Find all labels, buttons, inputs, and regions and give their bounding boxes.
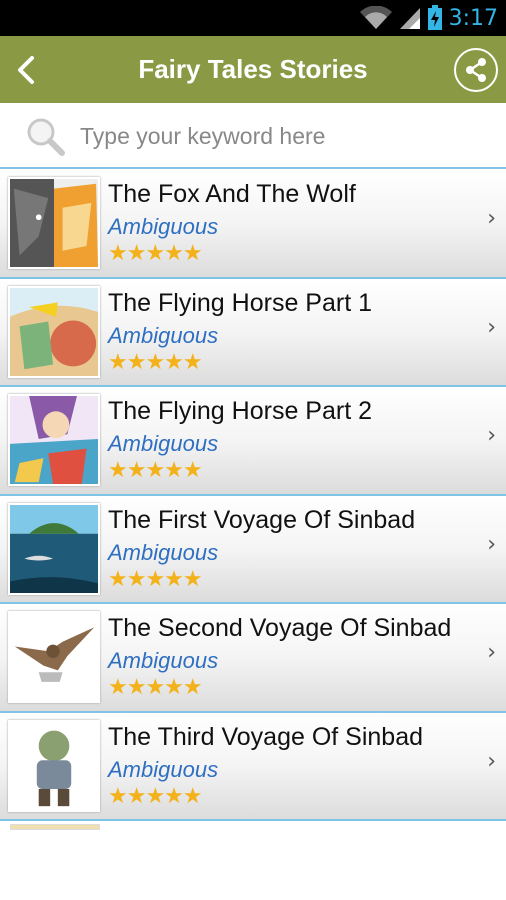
story-author: Ambiguous xyxy=(108,431,219,456)
search-input[interactable] xyxy=(80,117,480,155)
search-icon xyxy=(27,118,65,156)
story-thumbnail xyxy=(8,719,100,812)
chevron-right-icon: › xyxy=(487,748,496,774)
search-bar xyxy=(0,103,506,169)
story-title: The First Voyage Of Sinbad xyxy=(108,505,416,534)
chevron-right-icon: › xyxy=(487,314,496,340)
story-thumbnail xyxy=(8,177,100,269)
story-thumbnail xyxy=(8,611,100,703)
story-author: Ambiguous xyxy=(108,214,219,239)
list-item[interactable]: The Second Voyage Of Sinbad Ambiguous ★★… xyxy=(0,604,506,713)
story-title: The Second Voyage Of Sinbad xyxy=(108,614,452,642)
story-thumbnail xyxy=(10,824,100,830)
rating-stars: ★★★★★ xyxy=(108,566,203,592)
app-bar: Fairy Tales Stories xyxy=(0,36,506,103)
story-thumbnail xyxy=(8,394,100,486)
chevron-right-icon: › xyxy=(487,531,496,557)
rating-stars: ★★★★★ xyxy=(108,458,203,483)
status-time: 3:17 xyxy=(448,5,498,31)
share-icon xyxy=(466,58,486,82)
list-item[interactable]: The First Voyage Of Sinbad Ambiguous ★★★… xyxy=(0,495,506,604)
list-item-partial xyxy=(0,824,506,830)
story-title: The Flying Horse Part 1 xyxy=(108,288,372,317)
battery-charging-icon xyxy=(427,5,442,30)
story-thumbnail xyxy=(8,502,100,595)
status-bar: 3:17 xyxy=(0,0,506,36)
chevron-right-icon: › xyxy=(487,206,496,231)
signal-icon xyxy=(399,8,420,29)
story-author: Ambiguous xyxy=(108,322,219,348)
share-button[interactable] xyxy=(454,48,498,92)
rating-stars: ★★★★★ xyxy=(108,783,203,809)
story-author: Ambiguous xyxy=(108,756,219,782)
story-title: The Fox And The Wolf xyxy=(108,180,356,208)
chevron-right-icon: › xyxy=(487,640,496,665)
story-title: The Flying Horse Part 2 xyxy=(108,397,372,425)
story-author: Ambiguous xyxy=(108,648,219,673)
story-list: The Fox And The Wolf Ambiguous ★★★★★ › T… xyxy=(0,170,506,830)
list-item[interactable]: The Fox And The Wolf Ambiguous ★★★★★ › xyxy=(0,170,506,279)
rating-stars: ★★★★★ xyxy=(108,675,203,700)
list-item[interactable]: The Third Voyage Of Sinbad Ambiguous ★★★… xyxy=(0,712,506,821)
status-icons: 3:17 xyxy=(359,4,498,32)
list-item[interactable]: The Flying Horse Part 2 Ambiguous ★★★★★ … xyxy=(0,387,506,496)
page-title: Fairy Tales Stories xyxy=(138,54,368,84)
story-thumbnail xyxy=(8,285,100,378)
story-title: The Third Voyage Of Sinbad xyxy=(108,722,424,751)
rating-stars: ★★★★★ xyxy=(108,349,203,375)
story-author: Ambiguous xyxy=(108,539,219,565)
chevron-right-icon: › xyxy=(487,423,496,448)
wifi-icon xyxy=(359,6,392,29)
rating-stars: ★★★★★ xyxy=(108,241,203,266)
list-item[interactable]: The Flying Horse Part 1 Ambiguous ★★★★★ … xyxy=(0,278,506,387)
